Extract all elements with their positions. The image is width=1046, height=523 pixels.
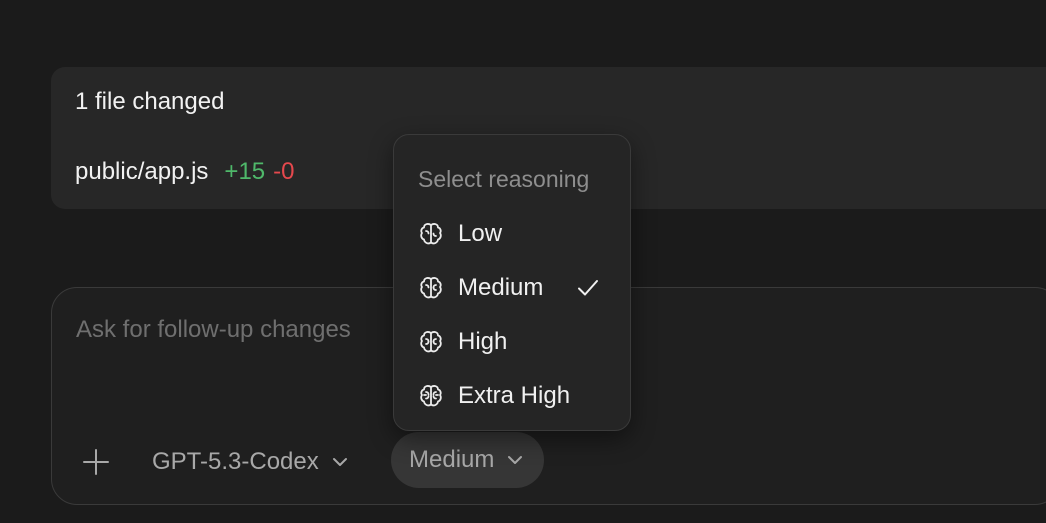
menu-item-label: Medium bbox=[458, 274, 544, 301]
plus-icon bbox=[83, 449, 109, 475]
changes-title: 1 file changed bbox=[75, 88, 225, 115]
menu-item-medium[interactable]: Medium bbox=[408, 265, 614, 311]
menu-item-low[interactable]: Low bbox=[408, 211, 614, 257]
model-label: GPT-5.3-Codex bbox=[152, 448, 319, 475]
reasoning-selector[interactable]: Medium bbox=[391, 432, 545, 488]
brain-icon bbox=[418, 329, 444, 355]
brain-icon bbox=[418, 221, 444, 247]
add-button[interactable] bbox=[78, 444, 114, 480]
chevron-down-icon bbox=[506, 451, 524, 469]
changed-file-row[interactable]: public/app.js +15 -0 bbox=[75, 158, 294, 186]
additions-count: +15 bbox=[224, 158, 266, 185]
model-selector[interactable]: GPT-5.3-Codex bbox=[152, 434, 349, 490]
menu-item-extra-high[interactable]: Extra High bbox=[408, 373, 614, 419]
brain-icon bbox=[418, 383, 444, 409]
menu-item-label: Low bbox=[458, 220, 503, 247]
menu-header: Select reasoning bbox=[418, 166, 590, 192]
brain-icon bbox=[418, 275, 444, 301]
chevron-down-icon bbox=[331, 453, 349, 471]
file-name[interactable]: public/app.js bbox=[75, 158, 208, 186]
menu-item-label: Extra High bbox=[458, 382, 571, 409]
reasoning-label: Medium bbox=[409, 446, 495, 473]
deletions-count: -0 bbox=[273, 158, 295, 185]
reasoning-menu: Select reasoning Low Medium High Extra H… bbox=[393, 134, 631, 431]
checkmark-icon bbox=[578, 280, 598, 296]
menu-item-high[interactable]: High bbox=[408, 319, 614, 365]
menu-item-label: High bbox=[458, 328, 508, 355]
